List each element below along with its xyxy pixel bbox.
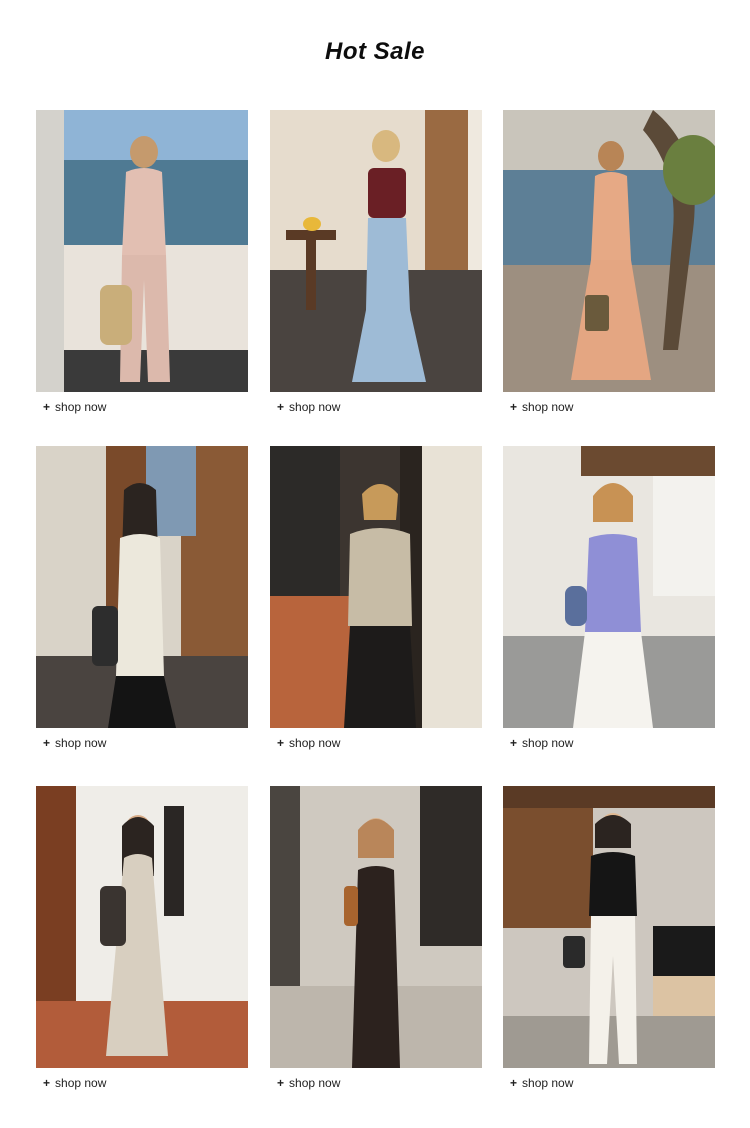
plus-icon: + bbox=[43, 736, 51, 750]
product-photo-peach-maxi-dress[interactable] bbox=[503, 110, 715, 392]
product-photo-black-tank-dress[interactable] bbox=[270, 786, 482, 1068]
product-photo-black-top-white-pants[interactable] bbox=[503, 786, 715, 1068]
plus-icon: + bbox=[43, 1076, 51, 1090]
plus-icon: + bbox=[277, 1076, 285, 1090]
plus-icon: + bbox=[43, 400, 51, 414]
plus-icon: + bbox=[277, 400, 285, 414]
shop-now-label: shop now bbox=[522, 736, 574, 750]
plus-icon: + bbox=[510, 400, 518, 414]
product-photo-tweed-top[interactable] bbox=[270, 446, 482, 728]
plus-icon: + bbox=[277, 736, 285, 750]
product-photo-white-vest[interactable] bbox=[36, 446, 248, 728]
shop-now-link[interactable]: + shop now bbox=[510, 400, 573, 414]
shop-now-label: shop now bbox=[289, 400, 341, 414]
shop-now-link[interactable]: + shop now bbox=[277, 736, 340, 750]
shop-now-link[interactable]: + shop now bbox=[277, 400, 340, 414]
page-title: Hot Sale bbox=[324, 38, 426, 65]
shop-now-label: shop now bbox=[55, 400, 107, 414]
shop-now-link[interactable]: + shop now bbox=[43, 736, 106, 750]
shop-now-link[interactable]: + shop now bbox=[43, 1076, 106, 1090]
shop-now-label: shop now bbox=[55, 1076, 107, 1090]
shop-now-label: shop now bbox=[289, 1076, 341, 1090]
shop-now-link[interactable]: + shop now bbox=[43, 400, 106, 414]
shop-now-label: shop now bbox=[289, 736, 341, 750]
shop-now-link[interactable]: + shop now bbox=[277, 1076, 340, 1090]
shop-now-label: shop now bbox=[522, 400, 574, 414]
product-photo-pink-halter-set[interactable] bbox=[36, 110, 248, 392]
product-photo-denim-mermaid-skirt[interactable] bbox=[270, 110, 482, 392]
shop-now-link[interactable]: + shop now bbox=[510, 1076, 573, 1090]
plus-icon: + bbox=[510, 736, 518, 750]
shop-now-label: shop now bbox=[522, 1076, 574, 1090]
product-photo-beige-slip-dress[interactable] bbox=[36, 786, 248, 1068]
plus-icon: + bbox=[510, 1076, 518, 1090]
shop-now-label: shop now bbox=[55, 736, 107, 750]
product-photo-lavender-knit-vest[interactable] bbox=[503, 446, 715, 728]
shop-now-link[interactable]: + shop now bbox=[510, 736, 573, 750]
